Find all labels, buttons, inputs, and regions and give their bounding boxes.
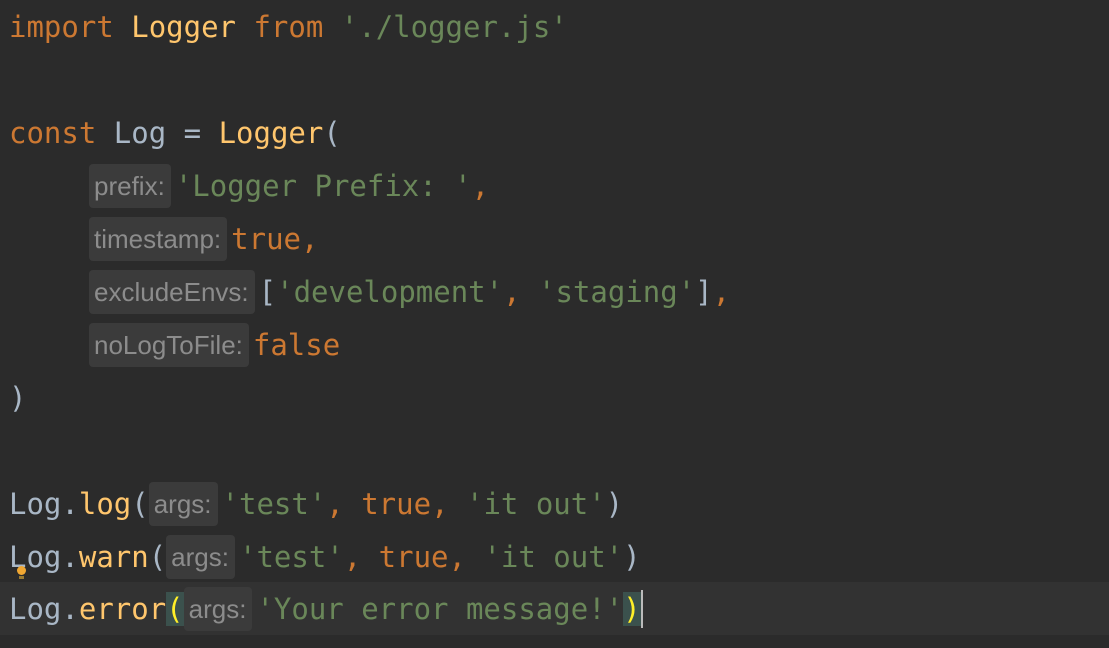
dot: . (61, 539, 79, 574)
keyword-const: const (9, 115, 97, 150)
parameter-hint-no-log-to-file: noLogToFile: (89, 322, 249, 367)
parameter-hint-args: args: (183, 586, 253, 631)
arg-boolean: true (361, 486, 432, 521)
env-development: 'development' (276, 274, 504, 309)
object-log: Log (9, 486, 62, 521)
comma: , (301, 221, 319, 256)
lightbulb-icon[interactable] (17, 566, 26, 579)
code-line-11[interactable]: Log. warn(args:'test', true, 'it out') (0, 530, 1109, 583)
code-line-1[interactable]: import Logger from './logger.js' (0, 0, 1109, 53)
comma: , (503, 274, 539, 309)
open-bracket: [ (258, 274, 277, 309)
arg-string: 'it out' (465, 486, 606, 521)
timestamp-value: true (231, 221, 301, 256)
import-path-string: './logger.js' (340, 9, 568, 44)
code-line-5[interactable]: timestamp: true, (0, 212, 1109, 265)
code-line-3[interactable]: const Log = Logger( (0, 106, 1109, 159)
close-paren: ) (623, 539, 641, 574)
open-paren: ( (323, 115, 341, 150)
no-log-to-file-value: false (252, 327, 341, 362)
keyword-import: import (9, 9, 114, 44)
arg-boolean: true (378, 539, 449, 574)
dot: . (61, 486, 79, 521)
code-editor[interactable]: import Logger from './logger.js' const L… (0, 0, 1109, 648)
arg-string: 'test' (238, 539, 344, 574)
parameter-hint-args: args: (166, 534, 235, 579)
parameter-hint-args: args: (148, 481, 218, 526)
comma: , (326, 486, 362, 521)
close-bracket: ] (695, 274, 713, 309)
code-line-4[interactable]: prefix: 'Logger Prefix: ', (0, 159, 1109, 212)
parameter-hint-exclude-envs: excludeEnvs: (89, 269, 255, 314)
parameter-hint-timestamp: timestamp: (89, 216, 228, 261)
env-staging: 'staging' (538, 274, 696, 309)
matched-close-paren: ) (623, 591, 641, 626)
comma: , (712, 274, 731, 309)
prefix-value: 'Logger Prefix: ' (174, 168, 472, 203)
close-paren: ) (605, 486, 624, 521)
identifier-logger: Logger (131, 9, 236, 44)
code-line-6[interactable]: excludeEnvs:['development', 'staging'], (0, 265, 1109, 318)
comma: , (471, 168, 490, 203)
code-line-10[interactable]: Log. log(args:'test', true, 'it out') (0, 477, 1109, 530)
arg-string: 'test' (221, 486, 327, 521)
parameter-hint-prefix: prefix: (89, 163, 171, 208)
assign-operator: = (166, 115, 219, 150)
open-paren: ( (131, 486, 149, 521)
dot: . (61, 591, 79, 626)
comma: , (343, 539, 379, 574)
matched-open-paren: ( (166, 591, 184, 626)
comma: , (448, 539, 484, 574)
function-logger: Logger (218, 115, 324, 150)
arg-string: 'Your error message!' (256, 591, 624, 626)
code-line-7[interactable]: noLogToFile: false (0, 318, 1109, 371)
arg-string: 'it out' (483, 539, 624, 574)
comma: , (431, 486, 466, 521)
open-paren: ( (148, 539, 167, 574)
method-warn: warn (78, 539, 149, 574)
text-caret (640, 589, 643, 628)
code-line-12-current[interactable]: Log. error(args: 'Your error message!') (0, 582, 1109, 635)
keyword-from: from (253, 9, 324, 44)
variable-log: Log (113, 115, 167, 150)
method-log: log (78, 486, 132, 521)
code-line-8[interactable]: ) (0, 371, 1109, 424)
close-paren: ) (9, 380, 27, 415)
method-error: error (78, 591, 167, 626)
object-log: Log (9, 591, 62, 626)
